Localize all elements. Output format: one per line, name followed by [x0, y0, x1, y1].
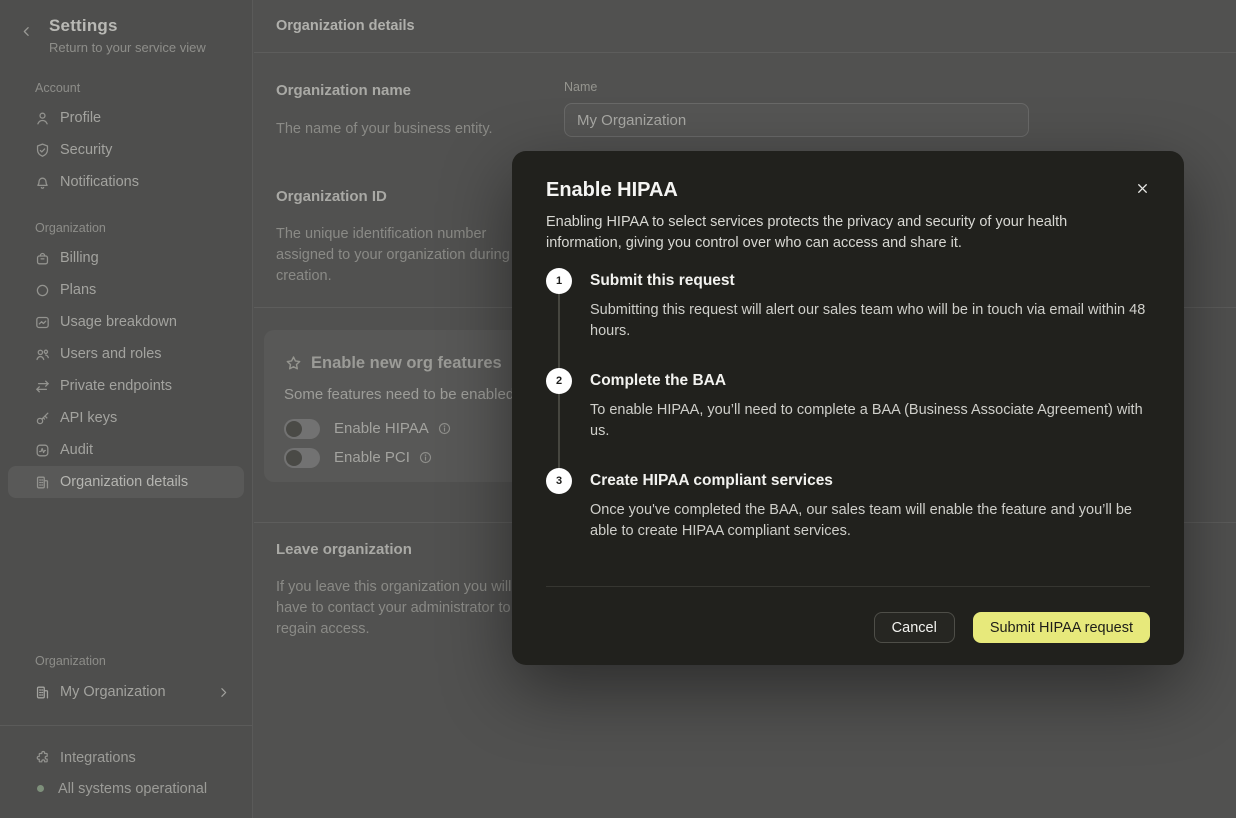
person-icon [34, 110, 51, 127]
building-icon [34, 474, 51, 491]
sidebar-item-plans[interactable]: Plans [8, 274, 244, 306]
sidebar-item-organization-details[interactable]: Organization details [8, 466, 244, 498]
bell-icon [34, 174, 51, 191]
info-icon[interactable] [437, 421, 452, 436]
status-dot-icon [37, 785, 44, 792]
step-2-description: To enable HIPAA, you’ll need to complete… [590, 400, 1150, 442]
enable-hipaa-modal: Enable HIPAA Enabling HIPAA to select se… [512, 151, 1184, 665]
sidebar-item-api-keys[interactable]: API keys [8, 402, 244, 434]
sidebar-item-label: Users and roles [60, 346, 162, 362]
circle-icon [34, 282, 51, 299]
org-switcher[interactable]: My Organization [8, 675, 244, 709]
integrations-label: Integrations [60, 750, 136, 766]
modal-title: Enable HIPAA [546, 177, 1135, 203]
page-title: Organization details [254, 0, 1236, 53]
sidebar-divider [0, 725, 252, 726]
step-2-title: Complete the BAA [590, 368, 1150, 394]
sidebar-item-billing[interactable]: Billing [8, 242, 244, 274]
back-chevron-icon[interactable] [20, 25, 33, 55]
chevron-right-icon [217, 686, 230, 699]
org-name-description: The name of your business entity. [276, 119, 556, 140]
sidebar-item-label: Plans [60, 282, 96, 298]
sidebar-subtitle: Return to your service view [49, 40, 206, 55]
cancel-button[interactable]: Cancel [874, 612, 955, 643]
enable-hipaa-label: Enable HIPAA [334, 420, 429, 437]
system-status-item[interactable]: All systems operational [0, 773, 252, 804]
section-label-organization: Organization [35, 221, 244, 235]
enable-pci-toggle[interactable] [284, 448, 320, 468]
org-switcher-value: My Organization [60, 684, 208, 700]
enable-pci-label: Enable PCI [334, 449, 410, 466]
key-icon [34, 410, 51, 427]
organization-name-input[interactable] [564, 103, 1029, 137]
sidebar-item-integrations[interactable]: Integrations [0, 742, 252, 773]
building-icon [34, 684, 51, 701]
puzzle-icon [34, 749, 51, 766]
enable-hipaa-toggle[interactable] [284, 419, 320, 439]
sidebar-item-label: Usage breakdown [60, 314, 177, 330]
step-2-number: 2 [546, 368, 572, 394]
step-1-description: Submitting this request will alert our s… [590, 300, 1150, 342]
sidebar-title: Settings [49, 16, 206, 36]
step-1-number: 1 [546, 268, 572, 294]
step-3-title: Create HIPAA compliant services [590, 468, 1150, 494]
sidebar-header: Settings Return to your service view [0, 0, 252, 55]
sidebar-item-label: Organization details [60, 474, 188, 490]
arrows-swap-icon [34, 378, 51, 395]
org-name-heading: Organization name [276, 82, 411, 99]
step-3-number: 3 [546, 468, 572, 494]
sidebar-item-profile[interactable]: Profile [8, 102, 244, 134]
sidebar-item-notifications[interactable]: Notifications [8, 166, 244, 198]
settings-sidebar: Settings Return to your service view Acc… [0, 0, 253, 818]
sidebar-item-private-endpoints[interactable]: Private endpoints [8, 370, 244, 402]
sidebar-item-label: API keys [60, 410, 117, 426]
sidebar-item-label: Profile [60, 110, 101, 126]
sidebar-item-audit[interactable]: Audit [8, 434, 244, 466]
sidebar-item-label: Security [60, 142, 112, 158]
sidebar-item-security[interactable]: Security [8, 134, 244, 166]
section-label-account: Account [35, 81, 244, 95]
step-2: 2 Complete the BAA To enable HIPAA, you’… [546, 368, 1150, 442]
step-1-title: Submit this request [590, 268, 1150, 294]
shield-check-icon [34, 142, 51, 159]
usage-chart-icon [34, 314, 51, 331]
leave-org-heading: Leave organization [276, 541, 412, 558]
sidebar-item-label: Audit [60, 442, 93, 458]
org-id-description: The unique identification number assigne… [276, 224, 534, 287]
info-icon[interactable] [418, 450, 433, 465]
modal-footer-divider [546, 586, 1150, 587]
org-id-heading: Organization ID [276, 188, 387, 205]
star-icon [284, 354, 303, 373]
sidebar-item-usage-breakdown[interactable]: Usage breakdown [8, 306, 244, 338]
step-1: 1 Submit this request Submitting this re… [546, 268, 1150, 342]
sidebar-item-label: Private endpoints [60, 378, 172, 394]
step-3-description: Once you've completed the BAA, our sales… [590, 500, 1150, 542]
sidebar-bottom: Organization My Organization Integration… [0, 654, 252, 818]
leave-org-description: If you leave this organization you will … [276, 577, 528, 640]
billing-bag-icon [34, 250, 51, 267]
step-3: 3 Create HIPAA compliant services Once y… [546, 468, 1150, 542]
submit-hipaa-request-button[interactable]: Submit HIPAA request [973, 612, 1150, 643]
sidebar-item-label: Billing [60, 250, 99, 266]
close-icon[interactable] [1135, 181, 1150, 196]
modal-description: Enabling HIPAA to select services protec… [546, 212, 1106, 254]
features-card-title: Enable new org features [311, 354, 502, 373]
org-switcher-label: Organization [35, 654, 244, 668]
sidebar-item-label: Notifications [60, 174, 139, 190]
status-label: All systems operational [58, 781, 207, 797]
hipaa-steps: 1 Submit this request Submitting this re… [546, 268, 1150, 542]
name-field-label: Name [564, 80, 597, 94]
users-icon [34, 346, 51, 363]
sidebar-item-users-and-roles[interactable]: Users and roles [8, 338, 244, 370]
audit-pulse-icon [34, 442, 51, 459]
